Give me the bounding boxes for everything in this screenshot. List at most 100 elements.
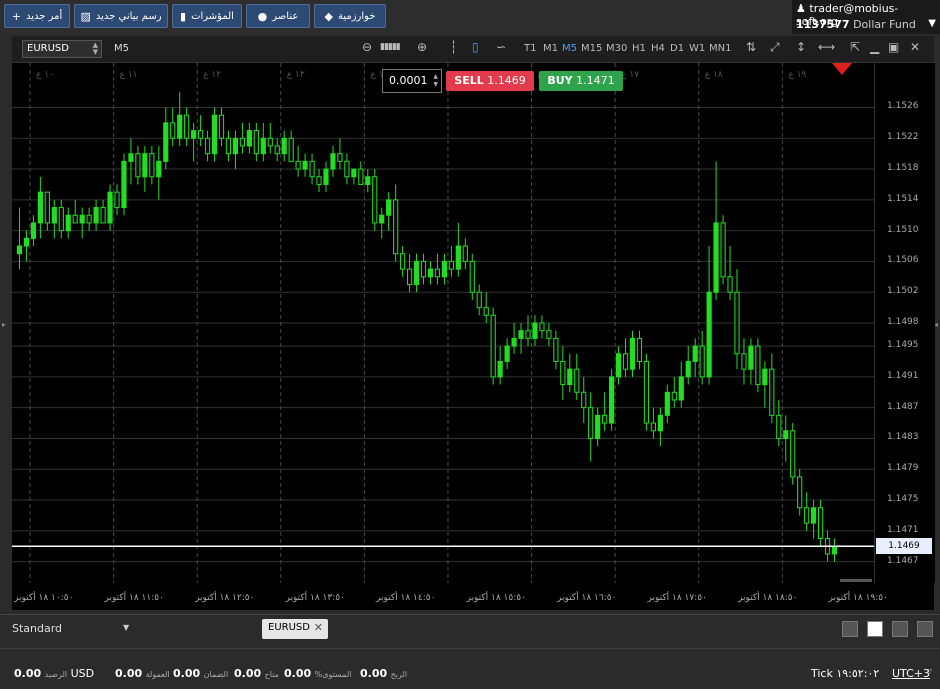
timeframe-m1[interactable]: M1 [543, 43, 558, 54]
candle [748, 345, 754, 370]
timeframe-h1[interactable]: H1 [632, 43, 646, 54]
line-chart-type-icon[interactable]: ∽ [496, 40, 506, 54]
candle [413, 260, 420, 286]
timeframe-m15[interactable]: M15 [581, 43, 602, 54]
account-panel[interactable]: ♟ trader@mobius-soft.org 1137577 Dollar … [792, 0, 940, 34]
candle [44, 191, 50, 224]
candle [100, 207, 106, 224]
close-icon[interactable]: ✕ [910, 40, 920, 54]
candle [797, 476, 803, 509]
candle [114, 191, 120, 209]
timeframe-m5[interactable]: M5 [562, 43, 577, 54]
time-label: ١٠:٥٠ ١٨ أكتوبر [14, 593, 74, 603]
timeframe-m30[interactable]: M30 [606, 43, 627, 54]
candle [225, 137, 232, 155]
margin-level: 0.00 %المستوى [284, 667, 352, 680]
symbol-stepper-icon[interactable]: ▲ ▼ [93, 42, 98, 56]
sell-button[interactable]: SELL 1.1469 [446, 71, 534, 91]
detach-icon[interactable]: ⇱ [850, 40, 860, 54]
candle [51, 207, 57, 224]
candle [636, 337, 643, 362]
candle [281, 137, 287, 155]
buy-button[interactable]: BUY 1.1471 [539, 71, 623, 91]
chart-period: M5 [114, 43, 129, 54]
timeframe-mn1[interactable]: MN1 [709, 43, 731, 54]
candle [309, 160, 315, 178]
candle [406, 268, 413, 286]
candle [720, 222, 726, 278]
candle [163, 122, 169, 162]
bar-chart-type-icon[interactable]: ┆ [450, 40, 457, 54]
candle [72, 214, 78, 224]
indicators-button[interactable]: ▮ المؤشرات [172, 4, 242, 28]
candle [804, 507, 810, 524]
sell-label: SELL [454, 74, 484, 87]
layout-single-icon[interactable] [842, 621, 858, 637]
time-label: ١٢:٥٠ ١٨ أكتوبر [195, 593, 255, 603]
timeframe-h4[interactable]: H4 [651, 43, 665, 54]
candle [776, 414, 782, 439]
candle [769, 368, 775, 416]
account-name: Dollar Fund [853, 18, 916, 31]
chart-toolbar: EURUSD ▲ ▼ M5 ⊖ ▮▮▮▮▮ ⊕ ┆ ▯ ∽ T1 M1 M5 M1… [12, 36, 934, 63]
vertical-scale-icon[interactable]: ↕ [796, 40, 806, 54]
horizontal-scale-icon[interactable]: ⟷ [818, 40, 835, 54]
chevron-down-icon[interactable]: ▼ [123, 623, 129, 632]
left-collapse-handle[interactable]: ▸ [2, 320, 6, 329]
current-price-tag: 1.1469 [876, 538, 932, 555]
lot-stepper-arrows-icon[interactable]: ▲ ▼ [433, 73, 438, 89]
candle [567, 368, 573, 386]
minimize-icon[interactable]: ▁ [870, 40, 879, 54]
candle [65, 214, 71, 232]
layout-rows-icon[interactable] [917, 621, 933, 637]
candle [490, 314, 496, 378]
chart-settings-icon[interactable]: ⇅ [746, 40, 756, 54]
candle-chart-type-icon[interactable]: ▯ [472, 40, 479, 54]
price-label: 1.1467 [887, 555, 919, 566]
layout-grid-icon[interactable] [867, 621, 883, 637]
timeframe-w1[interactable]: W1 [689, 43, 705, 54]
zoom-out-icon[interactable]: ⊖ [362, 40, 372, 54]
candle [274, 145, 280, 155]
time-axis[interactable]: ١٠:٥٠ ١٨ أكتوبر ١١:٥٠ ١٨ أكتوبر ١٢:٥٠ ١٨ أ… [12, 583, 888, 610]
price-chart-canvas[interactable]: ١٠ ع١١ ع١٢ ع١٣ ع١٤ ع١٥ ع١٦ ع١٧ ع١٨ ع١٩ ع [12, 63, 874, 583]
candle [518, 330, 524, 339]
candle [762, 368, 768, 386]
time-label: ١٦:٥٠ ١٨ أكتوبر [557, 593, 617, 603]
candle [351, 168, 357, 178]
candle [253, 130, 259, 155]
workspace-selector[interactable]: Standard [12, 622, 62, 635]
zoom-slider[interactable]: ▮▮▮▮▮ [380, 42, 401, 52]
time-label: ١٧:٥٠ ١٨ أكتوبر [647, 593, 707, 603]
account-dropdown-icon[interactable]: ▼ [928, 18, 936, 29]
chart-scrollbar [840, 579, 872, 582]
candle [156, 160, 162, 178]
candle [30, 222, 37, 239]
algorithm-button[interactable]: ◆ خوارزمية [314, 4, 386, 28]
price-axis[interactable]: 1.1469 1.1526 1.1522 1.1518 1.1514 1.1510 1.1… [874, 63, 935, 583]
timeframe-t1[interactable]: T1 [524, 43, 536, 54]
candle [553, 337, 559, 362]
hour-mark: ١٠ ع [36, 70, 54, 80]
chart-tab-eurusd[interactable]: EURUSD ✕ [262, 619, 328, 639]
new-order-button[interactable]: + أمر جديد [4, 4, 70, 28]
lot-size-stepper[interactable]: 0.0001 ▲ ▼ [382, 69, 442, 93]
close-tab-icon[interactable]: ✕ [314, 621, 323, 634]
timezone-selector[interactable]: UTC+3 [892, 667, 930, 680]
candle [23, 237, 30, 247]
zoom-in-icon[interactable]: ⊕ [417, 40, 427, 54]
objects-button[interactable]: ● عناصر [246, 4, 310, 28]
timeframe-d1[interactable]: D1 [670, 43, 684, 54]
timezone-dropdown-icon[interactable]: ▽ [926, 667, 932, 676]
symbol-selector[interactable]: EURUSD ▲ ▼ [22, 40, 102, 58]
price-label: 1.1471 [887, 524, 919, 535]
indicators-icon: ▮ [180, 9, 187, 23]
candle [595, 414, 601, 439]
layout-columns-icon[interactable] [892, 621, 908, 637]
algorithm-icon: ◆ [324, 9, 333, 23]
new-chart-button[interactable]: ▨ رسم بياني جديد [74, 4, 168, 28]
expand-icon[interactable]: ⤢ [770, 40, 780, 55]
candle [135, 153, 141, 178]
maximize-icon[interactable]: ▣ [888, 40, 899, 54]
candle [379, 214, 385, 224]
